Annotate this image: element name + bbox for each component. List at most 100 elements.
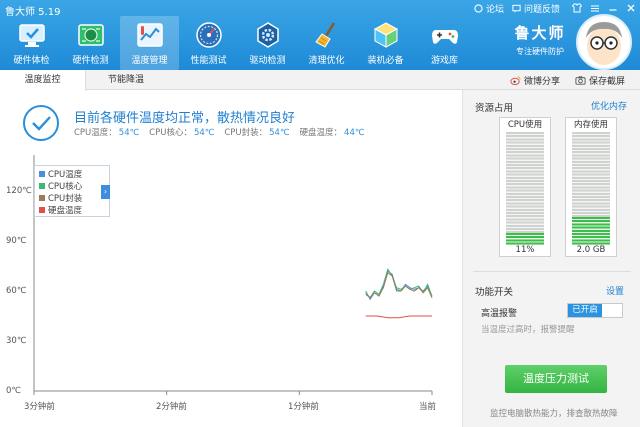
broom-icon — [314, 22, 335, 48]
status-title: 目前各硬件温度均正常，散热情况良好 — [74, 111, 296, 126]
meter-bar — [572, 132, 610, 245]
high-temp-alert-toggle[interactable]: 已开启 — [567, 303, 623, 318]
high-temp-alert-desc: 当温度过高时，报警提醒 — [481, 325, 575, 335]
weibo-share-label: 微博分享 — [524, 76, 561, 87]
mascot-avatar[interactable] — [576, 14, 632, 70]
forum-link[interactable]: 论坛 — [474, 2, 504, 15]
series-line-3 — [365, 315, 432, 319]
y-tick: 0℃ — [6, 386, 21, 396]
resources-title: 资源占用 — [475, 103, 514, 114]
tool-game-library[interactable]: 游戏库 — [415, 16, 474, 70]
reading-value: 54℃ — [269, 128, 290, 138]
minimize-icon — [609, 9, 617, 11]
tool-performance-test[interactable]: 性能测试 — [179, 16, 238, 70]
feedback-icon — [512, 4, 521, 13]
legend-item-disk-temp[interactable]: 硬盘温度 — [39, 204, 109, 216]
optimize-memory-link[interactable]: 优化内存 — [591, 99, 627, 112]
series-line-2 — [365, 271, 433, 299]
save-screenshot-button[interactable]: 保存截屏 — [575, 70, 625, 90]
legend-collapse-button[interactable]: › — [101, 185, 110, 199]
legend-item-cpu-core[interactable]: CPU核心 — [39, 180, 109, 192]
meter-label: CPU使用 — [507, 120, 543, 130]
monitor-check-icon — [18, 24, 45, 47]
tab-temperature-monitor[interactable]: 温度监控 — [0, 70, 86, 91]
x-tick: 1分钟前 — [288, 402, 319, 412]
close-icon — [627, 4, 635, 12]
legend-swatch — [39, 195, 45, 201]
tool-hardware-checkup[interactable]: 硬件体检 — [2, 16, 61, 70]
series-line-0 — [365, 270, 433, 301]
main-toolbar: 硬件体检 硬件检测 温度管理 性能测试 驱动检测 清理优化 装机必备 游戏库 — [2, 16, 474, 70]
y-tick: 90℃ — [6, 236, 27, 246]
header: 鲁大师 5.19 论坛 问题反馈 硬件体检 硬件检测 温度管理 性能测试 驱动检… — [0, 0, 640, 70]
chart-legend: CPU温度 CPU核心 CPU封装 硬盘温度 — [34, 165, 110, 217]
reading-label: CPU封装： — [224, 128, 268, 138]
skin-button[interactable] — [568, 0, 586, 16]
weibo-share-button[interactable]: 微博分享 — [510, 70, 560, 90]
shirt-icon — [572, 3, 582, 13]
mascot-face-icon — [586, 22, 622, 65]
reading-label: CPU核心： — [149, 128, 192, 138]
tool-label: 装机必备 — [367, 56, 404, 66]
reading-value: 44℃ — [344, 128, 365, 138]
tool-hardware-detect[interactable]: 硬件检测 — [61, 16, 120, 70]
legend-item-cpu-temp[interactable]: CPU温度 — [39, 168, 109, 180]
tool-label: 清理优化 — [308, 56, 345, 66]
tool-label: 硬件体检 — [13, 56, 50, 66]
legend-label: CPU核心 — [48, 182, 83, 192]
close-button[interactable] — [622, 0, 640, 16]
tool-label: 性能测试 — [190, 56, 227, 66]
tool-essential-software[interactable]: 装机必备 — [356, 16, 415, 70]
reading-cpu-core: CPU核心： 54℃ — [149, 126, 214, 138]
thermometer-chart-icon — [136, 23, 163, 47]
stress-test-desc: 监控电脑散热能力，排查散热故障 — [490, 409, 618, 419]
legend-label: 硬盘温度 — [48, 206, 83, 216]
package-box-icon — [373, 22, 398, 48]
high-temp-alert-label: 高温报警 — [481, 309, 518, 319]
reading-label: 硬盘温度： — [299, 128, 343, 138]
tool-label: 硬件检测 — [72, 56, 109, 66]
tool-label: 驱动检测 — [249, 56, 286, 66]
brand: 鲁大师 专注硬件防护 — [500, 22, 580, 57]
circuit-board-icon — [77, 24, 104, 46]
brand-name: 鲁大师 — [514, 24, 566, 42]
app-window: 鲁大师 5.19 论坛 问题反馈 硬件体检 硬件检测 温度管理 性能测试 驱动检… — [0, 0, 640, 427]
forum-link-label: 论坛 — [485, 4, 504, 15]
tool-driver-detect[interactable]: 驱动检测 — [238, 16, 297, 70]
tab-energy-cooling[interactable]: 节能降温 — [86, 70, 166, 90]
legend-label: CPU封装 — [48, 194, 83, 204]
gear-chip-icon — [256, 22, 279, 48]
meter-bar — [506, 132, 544, 245]
features-title: 功能开关 — [475, 287, 514, 298]
camera-icon — [575, 75, 586, 85]
legend-swatch — [39, 171, 45, 177]
meter-fill — [506, 232, 544, 245]
menu-icon — [591, 5, 599, 12]
reading-disk-temp: 硬盘温度： 44℃ — [300, 126, 365, 138]
feedback-link-label: 问题反馈 — [523, 4, 560, 15]
temperature-chart: 120℃ 90℃ 60℃ 30℃ 0℃ 3分钟前 2分钟前 1分钟前 当前 CP… — [0, 155, 460, 425]
x-tick: 3分钟前 — [24, 402, 55, 412]
section-divider — [473, 271, 631, 272]
toggle-state: 已开启 — [568, 304, 602, 317]
settings-link[interactable]: 设置 — [606, 284, 624, 297]
chevron-right-icon: › — [103, 187, 108, 196]
meter-value: 2.0 GB — [576, 245, 606, 255]
y-tick: 60℃ — [6, 286, 27, 296]
meter-fill — [572, 216, 610, 245]
memory-usage-meter: 内存使用 2.0 GB — [565, 117, 617, 257]
legend-item-cpu-package[interactable]: CPU封装 — [39, 192, 109, 204]
stress-test-button[interactable]: 温度压力测试 — [505, 365, 607, 393]
tab-bar: 温度监控 节能降温 微博分享 保存截屏 — [0, 70, 640, 91]
tool-cleanup-optimize[interactable]: 清理优化 — [297, 16, 356, 70]
right-panel: 资源占用 优化内存 CPU使用 11% 内存使用 2.0 GB 功能开关 设置 … — [462, 90, 640, 427]
tool-label: 温度管理 — [131, 56, 168, 66]
top-right-controls: 论坛 问题反馈 — [474, 0, 640, 16]
speedometer-icon — [195, 22, 222, 48]
x-tick: 2分钟前 — [156, 402, 187, 412]
feedback-link[interactable]: 问题反馈 — [512, 2, 560, 15]
reading-cpu-temp: CPU温度： 54℃ — [74, 126, 139, 138]
tool-temperature-management[interactable]: 温度管理 — [120, 16, 179, 70]
meter-value: 11% — [515, 245, 535, 255]
weibo-icon — [510, 75, 521, 85]
